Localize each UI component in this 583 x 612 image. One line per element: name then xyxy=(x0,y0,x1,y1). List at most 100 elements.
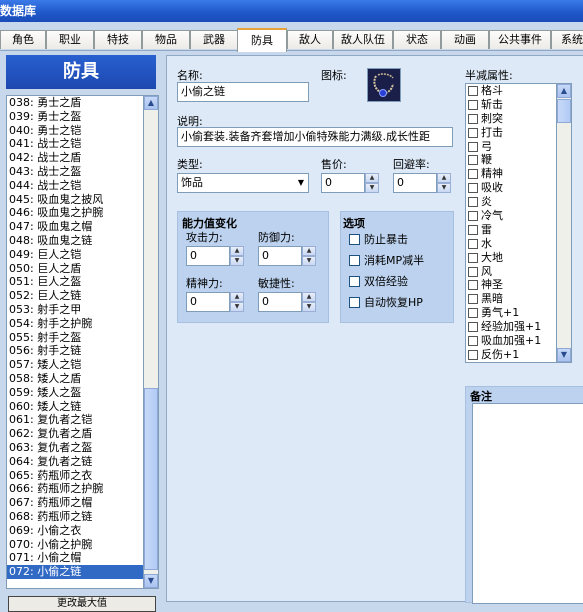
checkbox[interactable] xyxy=(468,169,478,180)
price-stepper[interactable]: ▲ ▼ xyxy=(365,173,379,193)
list-item[interactable]: 067: 药瓶师之帽 xyxy=(7,496,144,510)
stepper-down-icon[interactable]: ▼ xyxy=(437,183,451,193)
tab-common-events[interactable]: 公共事件 xyxy=(489,30,551,49)
armor-list[interactable]: 038: 勇士之盾 039: 勇士之盔 040: 勇士之铠 041: 战士之铠 042:… xyxy=(6,95,145,589)
stepper-down-icon[interactable]: ▼ xyxy=(230,256,244,266)
stepper-up-icon[interactable]: ▲ xyxy=(302,292,316,302)
list-item[interactable]: 047: 吸血鬼之帽 xyxy=(7,220,144,234)
stepper-down-icon[interactable]: ▼ xyxy=(365,183,379,193)
checkbox[interactable] xyxy=(468,86,478,96)
tab-actors[interactable]: 角色 xyxy=(0,30,46,49)
list-item[interactable]: 048: 吸血鬼之链 xyxy=(7,234,144,248)
spirit-field[interactable]: 0 xyxy=(186,292,230,312)
chevron-down-icon[interactable]: ▼ xyxy=(298,174,304,192)
checkbox[interactable] xyxy=(468,155,478,166)
type-select[interactable]: 饰品 ▼ xyxy=(177,173,309,193)
attack-field[interactable]: 0 xyxy=(186,246,230,266)
option-half-mp[interactable]: 消耗MP减半 xyxy=(349,253,424,269)
list-item[interactable]: 054: 射手之护腕 xyxy=(7,317,144,331)
checkbox[interactable] xyxy=(468,211,478,222)
tab-classes[interactable]: 职业 xyxy=(46,30,94,49)
resist-scrollbar[interactable]: ▲ ▼ xyxy=(556,83,572,363)
list-item[interactable]: 070: 小偷之护腕 xyxy=(7,538,144,552)
list-item[interactable]: 052: 巨人之链 xyxy=(7,289,144,303)
checkbox[interactable] xyxy=(468,127,478,138)
stepper-up-icon[interactable]: ▲ xyxy=(230,292,244,302)
necklace-icon[interactable] xyxy=(367,68,401,102)
checkbox[interactable] xyxy=(468,113,478,124)
checkbox[interactable] xyxy=(468,238,478,249)
list-item[interactable]: 055: 射手之盔 xyxy=(7,331,144,345)
list-item[interactable]: 060: 矮人之链 xyxy=(7,400,144,414)
agility-stepper[interactable]: ▲ ▼ xyxy=(302,292,316,312)
change-max-button[interactable]: 更改最大值 xyxy=(8,596,156,612)
list-item[interactable]: 049: 巨人之铠 xyxy=(7,248,144,262)
tab-skills[interactable]: 特技 xyxy=(94,30,142,49)
checkbox[interactable] xyxy=(468,308,478,319)
list-item[interactable]: 053: 射手之甲 xyxy=(7,303,144,317)
tab-troops[interactable]: 敌人队伍 xyxy=(333,30,393,49)
stepper-up-icon[interactable]: ▲ xyxy=(365,173,379,183)
list-item[interactable]: 063: 复仇者之盔 xyxy=(7,441,144,455)
evasion-stepper[interactable]: ▲ ▼ xyxy=(437,173,451,193)
option-prevent-critical[interactable]: 防止暴击 xyxy=(349,232,408,248)
list-item[interactable]: 058: 矮人之盾 xyxy=(7,372,144,386)
checkbox[interactable] xyxy=(468,280,478,291)
list-item[interactable]: 045: 吸血鬼之披风 xyxy=(7,193,144,207)
list-item[interactable]: 039: 勇士之盔 xyxy=(7,110,144,124)
stepper-down-icon[interactable]: ▼ xyxy=(302,256,316,266)
stepper-down-icon[interactable]: ▼ xyxy=(230,302,244,312)
list-item[interactable]: 051: 巨人之盔 xyxy=(7,275,144,289)
option-auto-hp[interactable]: 自动恢复HP xyxy=(349,295,423,311)
stepper-up-icon[interactable]: ▲ xyxy=(302,246,316,256)
list-item[interactable]: 069: 小偷之衣 xyxy=(7,524,144,538)
checkbox[interactable] xyxy=(468,99,478,110)
list-item[interactable]: 066: 药瓶师之护腕 xyxy=(7,482,144,496)
option-double-exp[interactable]: 双倍经验 xyxy=(349,274,408,290)
list-item[interactable]: 072: 小偷之链 xyxy=(7,565,144,579)
scroll-up-icon[interactable]: ▲ xyxy=(557,84,571,98)
list-item[interactable]: 068: 药瓶师之链 xyxy=(7,510,144,524)
list-item[interactable]: 050: 巨人之盾 xyxy=(7,262,144,276)
tab-enemies[interactable]: 敌人 xyxy=(287,30,333,49)
agility-field[interactable]: 0 xyxy=(258,292,302,312)
checkbox[interactable] xyxy=(349,297,360,308)
stepper-up-icon[interactable]: ▲ xyxy=(230,246,244,256)
list-item[interactable]: 040: 勇士之铠 xyxy=(7,124,144,138)
scroll-thumb[interactable] xyxy=(144,388,158,570)
notes-textarea[interactable] xyxy=(472,403,583,604)
evasion-field[interactable]: 0 xyxy=(393,173,437,193)
checkbox[interactable] xyxy=(468,252,478,263)
checkbox[interactable] xyxy=(349,234,360,245)
scroll-up-icon[interactable]: ▲ xyxy=(144,96,158,110)
list-item[interactable]: 065: 药瓶师之衣 xyxy=(7,469,144,483)
spirit-stepper[interactable]: ▲ ▼ xyxy=(230,292,244,312)
checkbox[interactable] xyxy=(468,183,478,194)
list-item[interactable]: 041: 战士之铠 xyxy=(7,137,144,151)
scroll-down-icon[interactable]: ▼ xyxy=(144,574,158,588)
list-item[interactable]: 064: 复仇者之链 xyxy=(7,455,144,469)
tab-states[interactable]: 状态 xyxy=(393,30,441,49)
list-item[interactable]: 042: 战士之盾 xyxy=(7,151,144,165)
list-item[interactable]: 043: 战士之盔 xyxy=(7,165,144,179)
checkbox[interactable] xyxy=(468,322,478,333)
list-item[interactable]: 046: 吸血鬼之护腕 xyxy=(7,206,144,220)
checkbox[interactable] xyxy=(468,197,478,208)
checkbox[interactable] xyxy=(468,141,478,152)
tab-weapons[interactable]: 武器 xyxy=(190,30,238,49)
list-item[interactable]: 071: 小偷之帽 xyxy=(7,551,144,565)
checkbox[interactable] xyxy=(468,294,478,305)
stepper-down-icon[interactable]: ▼ xyxy=(302,302,316,312)
checkbox[interactable] xyxy=(468,224,478,235)
tab-items[interactable]: 物品 xyxy=(142,30,190,49)
list-item[interactable]: 057: 矮人之铠 xyxy=(7,358,144,372)
list-item[interactable]: 059: 矮人之盔 xyxy=(7,386,144,400)
defense-stepper[interactable]: ▲ ▼ xyxy=(302,246,316,266)
price-field[interactable]: 0 xyxy=(321,173,365,193)
stepper-up-icon[interactable]: ▲ xyxy=(437,173,451,183)
checkbox[interactable] xyxy=(349,255,360,266)
armor-list-scrollbar[interactable]: ▲ ▼ xyxy=(143,95,159,589)
checkbox[interactable] xyxy=(349,276,360,287)
defense-field[interactable]: 0 xyxy=(258,246,302,266)
list-item[interactable]: 044: 战士之铠 xyxy=(7,179,144,193)
